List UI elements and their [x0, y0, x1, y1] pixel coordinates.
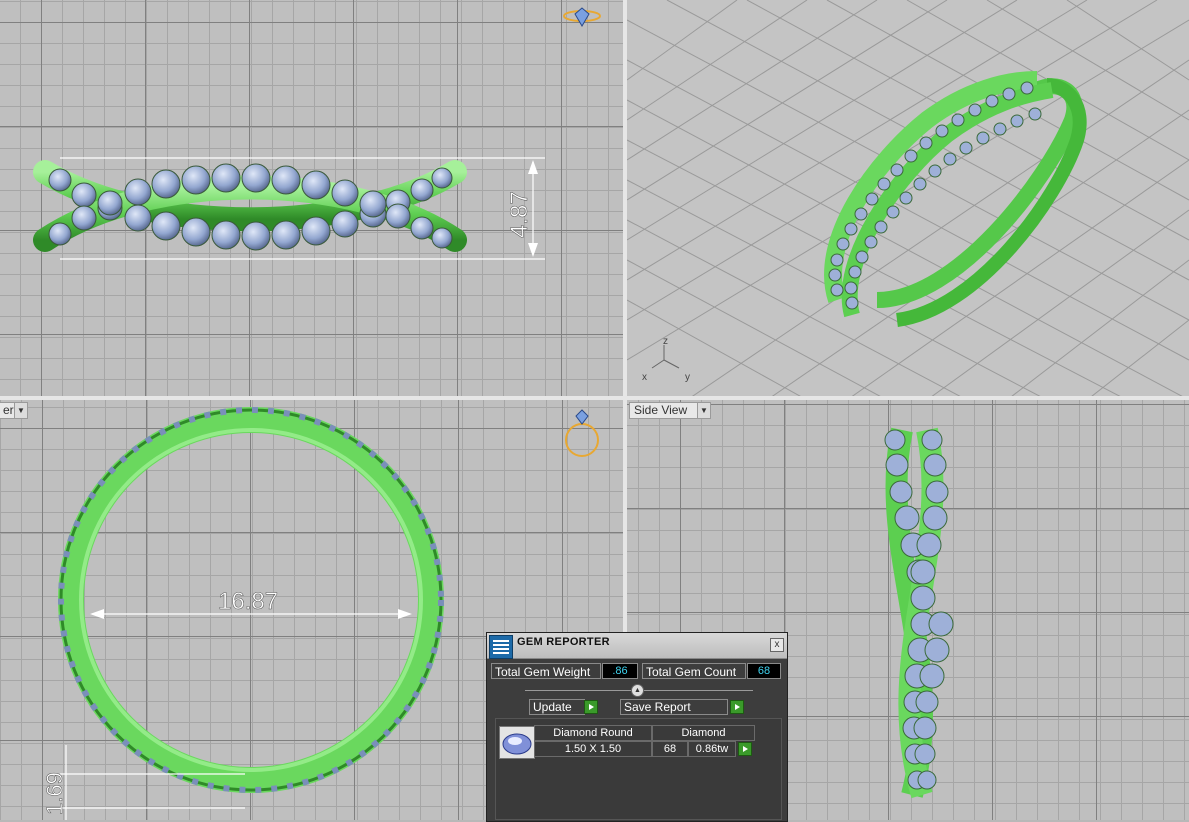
front-viewport[interactable]: 4.87 — [0, 0, 623, 396]
update-go-button[interactable] — [584, 700, 598, 714]
save-report-go-button[interactable] — [730, 700, 744, 714]
gem-size-cell: 1.50 X 1.50 — [534, 741, 652, 757]
gem-list: Diamond Round Diamond 1.50 X 1.50 68 0.8… — [495, 718, 782, 820]
update-button[interactable]: Update — [529, 699, 585, 715]
height-dimension: 4.87 — [506, 191, 533, 238]
axis-tripod — [651, 345, 680, 369]
view-cube-icon[interactable] — [563, 7, 601, 27]
gem-weight-cell: 0.86tw — [688, 741, 736, 757]
gem-reporter-title: GEM REPORTER — [517, 636, 610, 648]
gem-reporter-titlebar[interactable]: GEM REPORTER x — [487, 633, 787, 659]
viewport-divider-horizontal[interactable] — [0, 396, 1189, 400]
close-button[interactable]: x — [770, 638, 784, 652]
diameter-dimension: 16.87 — [218, 588, 278, 615]
gem-reporter-logo-icon — [489, 635, 513, 659]
band-width-dimension: 1.69 — [42, 772, 67, 815]
total-gem-count-label: Total Gem Count — [642, 663, 746, 679]
total-gem-count-value: 68 — [747, 663, 781, 679]
axis-z-label: z — [663, 336, 668, 347]
gem-count-cell: 68 — [652, 741, 688, 757]
gem-shape-cell: Diamond Round — [534, 725, 652, 741]
panel-splitter-handle[interactable]: ▲ — [631, 684, 644, 697]
axis-y-label: y — [685, 372, 690, 383]
gem-thumbnail[interactable] — [499, 726, 535, 759]
gem-row-go-button[interactable] — [738, 742, 752, 756]
gem-reporter-panel: GEM REPORTER x Total Gem Weight .86 Tota… — [486, 632, 788, 822]
gem-material-cell: Diamond — [652, 725, 755, 741]
gem-row-side — [884, 429, 954, 790]
save-report-button[interactable]: Save Report — [620, 699, 728, 715]
perspective-canvas: z x y — [627, 0, 1189, 396]
front-view-canvas: 4.87 — [33, 7, 601, 260]
view-cube-icon[interactable] — [565, 409, 599, 457]
perspective-viewport[interactable]: z x y — [627, 0, 1189, 396]
axis-x-label: x — [642, 372, 647, 383]
total-gem-weight-label: Total Gem Weight — [491, 663, 601, 679]
total-gem-weight-value: .86 — [602, 663, 638, 679]
